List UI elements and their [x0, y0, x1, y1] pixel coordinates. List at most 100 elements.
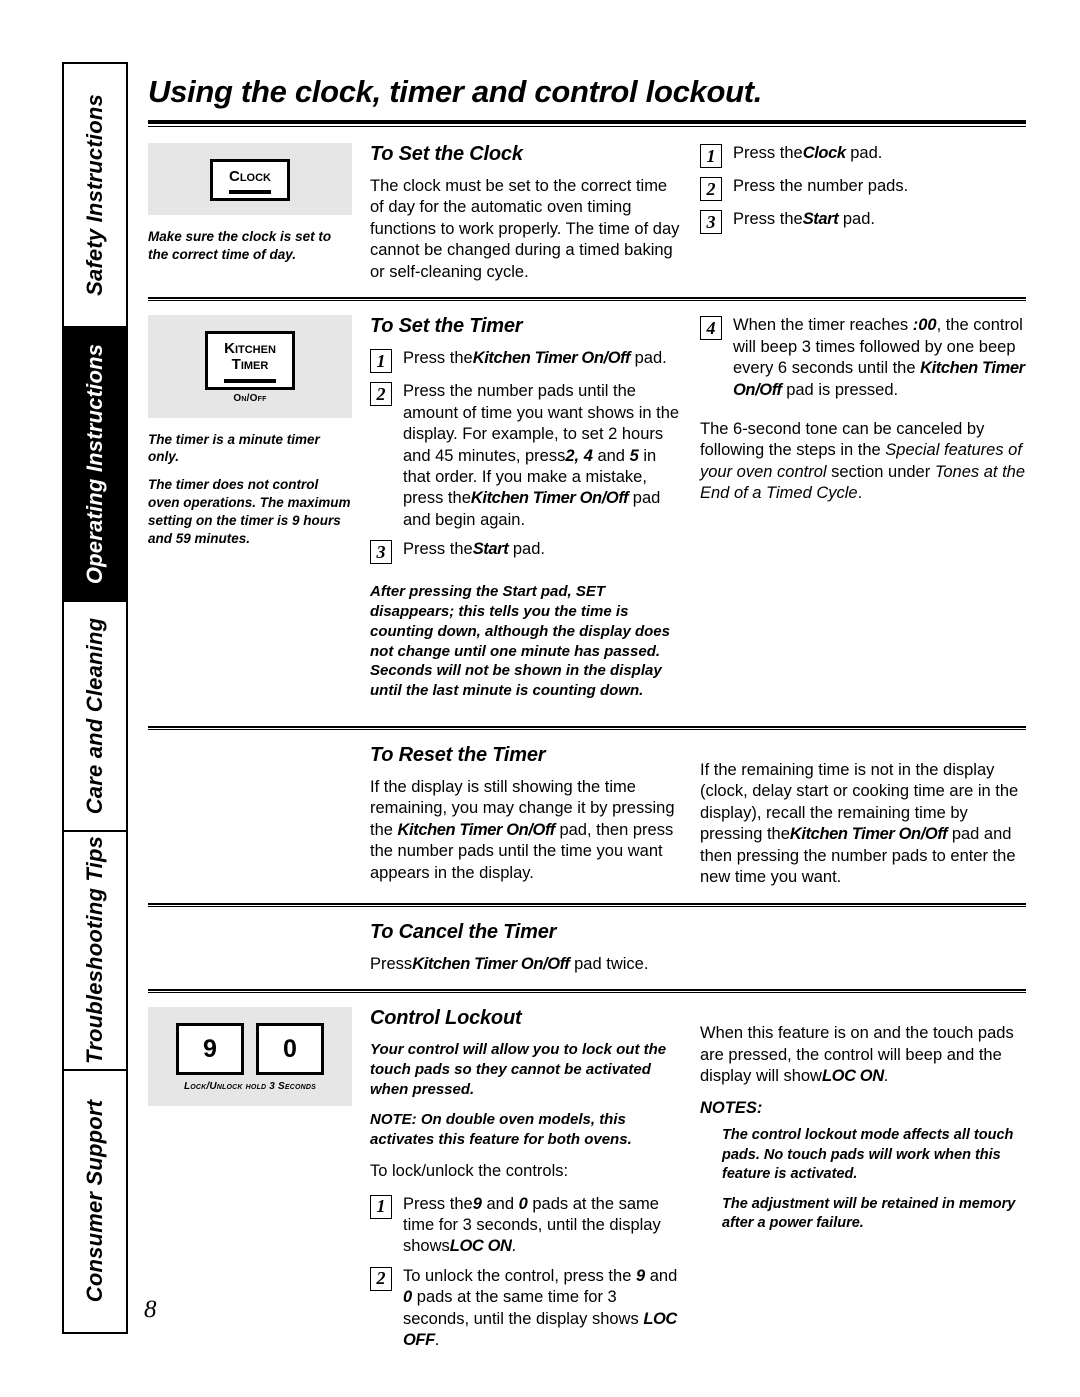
clock-pad-graphic: Clock: [210, 159, 290, 202]
step-text: Press theKitchen Timer On/Off pad.: [403, 349, 667, 368]
timer-step4-list: 4 When the timer reaches :00, the contro…: [700, 315, 1026, 401]
step-number: 2: [700, 177, 722, 201]
sidebar-tab-label: Troubleshooting Tips: [82, 836, 107, 1065]
step-number: 1: [370, 1194, 392, 1219]
section-divider: [148, 902, 1026, 907]
kitchen-timer-pad-illustration: Kitchen Timer On/Off: [148, 315, 352, 418]
step-text: Press the number pads until the amount o…: [403, 382, 680, 529]
sidebar-tab-safety-instructions[interactable]: Safety Instructions: [64, 64, 126, 329]
lockout-right-text: When this feature is on and the touch pa…: [700, 1024, 1014, 1085]
clock-body-text: The clock must be set to the correct tim…: [370, 177, 680, 281]
list-item: 2 Press the number pads until the amount…: [370, 381, 684, 531]
sidebar-tab-label: Safety Instructions: [82, 94, 107, 296]
section-control-lockout: 9 0 Lock/Unlock hold 3 Seconds Control L…: [148, 1007, 1026, 1361]
pad-name: Start: [802, 210, 839, 228]
clock-steps-list: 1 Press theClock pad. 2 Press the number…: [700, 143, 1026, 234]
step-text: Press the9 and 0 pads at the same time f…: [403, 1194, 661, 1256]
clock-body-column: To Set the Clock The clock must be set t…: [370, 143, 700, 283]
pad-underbar: [224, 378, 276, 383]
reset-timer-left-text: If the display is still showing the time…: [370, 778, 675, 882]
timer-set-note: After pressing the Start pad, SET disapp…: [370, 583, 670, 700]
step-number: 2: [370, 1266, 392, 1291]
section-to-cancel-the-timer: To Cancel the Timer PressKitchen Timer O…: [148, 921, 1026, 975]
step-text: Press theClock pad.: [733, 144, 883, 162]
lockout-numpad-row: 9 0: [176, 1023, 324, 1076]
step-number: 1: [370, 349, 392, 374]
timer-steps-list: 1 Press theKitchen Timer On/Off pad. 2 P…: [370, 348, 684, 565]
section-divider: [148, 989, 1026, 994]
lockout-pads-illustration: 9 0 Lock/Unlock hold 3 Seconds: [148, 1007, 352, 1107]
reset-timer-right-column: If the remaining time is not in the disp…: [700, 744, 1026, 889]
step-text: When the timer reaches :00, the control …: [733, 316, 1025, 399]
step-number: 2: [370, 382, 392, 407]
step-number: 4: [700, 316, 722, 341]
list-item: 4 When the timer reaches :00, the contro…: [700, 315, 1026, 401]
timer-illustration-notes: The timer is a minute timer only. The ti…: [148, 431, 352, 548]
step-number: 1: [700, 144, 722, 168]
clock-steps-column: 1 Press theClock pad. 2 Press the number…: [700, 143, 1026, 244]
step-text: Press theStart pad.: [733, 210, 875, 228]
timer-step4-column: 4 When the timer reaches :00, the contro…: [700, 315, 1026, 505]
step-text: To unlock the control, press the 9 and 0…: [403, 1266, 678, 1350]
pad-name: Clock: [802, 144, 846, 162]
kitchen-timer-pad-label-line1: Kitchen: [224, 340, 276, 358]
lockout-note-text: NOTE: On double oven models, this activa…: [370, 1111, 632, 1149]
step-number: 3: [700, 210, 722, 234]
heading-to-reset-the-timer: To Reset the Timer: [370, 744, 546, 767]
lockout-lead-in-text: To lock/unlock the controls:: [370, 1162, 569, 1181]
sidebar-tab-rail: Safety Instructions Operating Instructio…: [62, 62, 128, 1334]
step-number: 3: [370, 540, 392, 565]
sidebar-tab-consumer-support[interactable]: Consumer Support: [64, 1070, 126, 1333]
sidebar-tab-troubleshooting-tips[interactable]: Troubleshooting Tips: [64, 831, 126, 1071]
heading-to-set-the-timer: To Set the Timer: [370, 315, 523, 338]
section-divider: [148, 726, 1026, 731]
clock-pad-illustration: Clock: [148, 143, 352, 216]
timer-steps-column: To Set the Timer 1 Press theKitchen Time…: [370, 315, 700, 712]
lockout-notes-heading: NOTES:: [700, 1099, 763, 1118]
sidebar-tab-operating-instructions[interactable]: Operating Instructions: [64, 328, 126, 603]
kitchen-timer-pad-graphic: Kitchen Timer: [205, 331, 295, 390]
lockout-pads-caption: Lock/Unlock hold 3 Seconds: [183, 1081, 317, 1093]
clock-note-text: Make sure the clock is set to the correc…: [148, 229, 332, 262]
kitchen-timer-pad-label-line2: Timer: [231, 356, 269, 374]
heading-to-cancel-the-timer: To Cancel the Timer: [370, 920, 557, 943]
reset-timer-right-text: If the remaining time is not in the disp…: [700, 761, 1019, 887]
list-item: 1 Press theKitchen Timer On/Off pad.: [370, 348, 684, 374]
list-item: 3 Press theStart pad.: [370, 539, 684, 565]
section-divider: [148, 297, 1026, 302]
list-item: 2 Press the number pads.: [700, 176, 1026, 201]
clock-pad-label: Clock: [229, 168, 271, 185]
section-to-reset-the-timer: To Reset the Timer If the display is sti…: [148, 744, 1026, 889]
lockout-illustration-column: 9 0 Lock/Unlock hold 3 Seconds: [148, 1007, 370, 1107]
timer-note-2: The timer does not control oven operatio…: [148, 477, 351, 546]
heading-to-set-the-clock: To Set the Clock: [370, 143, 523, 165]
timer-tone-note: The 6-second tone can be canceled by fol…: [700, 419, 1026, 503]
lockout-notes-list: The control lockout mode affects all tou…: [700, 1126, 1026, 1233]
section-to-set-the-timer: Kitchen Timer On/Off The timer is a minu…: [148, 315, 1026, 712]
numpad-0-graphic: 0: [256, 1023, 324, 1076]
note-label: NOTE:: [370, 1111, 417, 1129]
clock-illustration-note: Make sure the clock is set to the correc…: [148, 228, 352, 264]
step-text: Press theStart pad.: [403, 540, 545, 559]
list-item: 1 Press theClock pad.: [700, 143, 1026, 168]
cancel-timer-text: PressKitchen Timer On/Off pad twice.: [370, 954, 649, 973]
lockout-right-column: When this feature is on and the touch pa…: [700, 1007, 1026, 1233]
sidebar-tab-label: Operating Instructions: [82, 344, 107, 585]
cancel-timer-body-column: To Cancel the Timer PressKitchen Timer O…: [370, 921, 700, 975]
clock-illustration-column: Clock Make sure the clock is set to the …: [148, 143, 370, 264]
sidebar-tab-care-and-cleaning[interactable]: Care and Cleaning: [64, 602, 126, 832]
list-item: 1 Press the9 and 0 pads at the same time…: [370, 1194, 684, 1258]
list-item: 2 To unlock the control, press the 9 and…: [370, 1266, 684, 1352]
lockout-steps-list: 1 Press the9 and 0 pads at the same time…: [370, 1194, 684, 1352]
section-to-set-the-clock: Clock Make sure the clock is set to the …: [148, 143, 1026, 283]
page-title: Using the clock, timer and control locko…: [148, 74, 763, 109]
sidebar-tab-label: Consumer Support: [82, 1100, 107, 1303]
list-item: The adjustment will be retained in memor…: [722, 1195, 1016, 1231]
timer-illustration-column: Kitchen Timer On/Off The timer is a minu…: [148, 315, 370, 547]
title-divider: [148, 120, 1026, 127]
timer-note-1: The timer is a minute timer only.: [148, 431, 320, 465]
pad-underbar: [229, 190, 271, 195]
lockout-body-column: Control Lockout Your control will allow …: [370, 1007, 700, 1361]
reset-timer-left-column: To Reset the Timer If the display is sti…: [370, 744, 700, 884]
sidebar-tab-label: Care and Cleaning: [82, 617, 107, 815]
